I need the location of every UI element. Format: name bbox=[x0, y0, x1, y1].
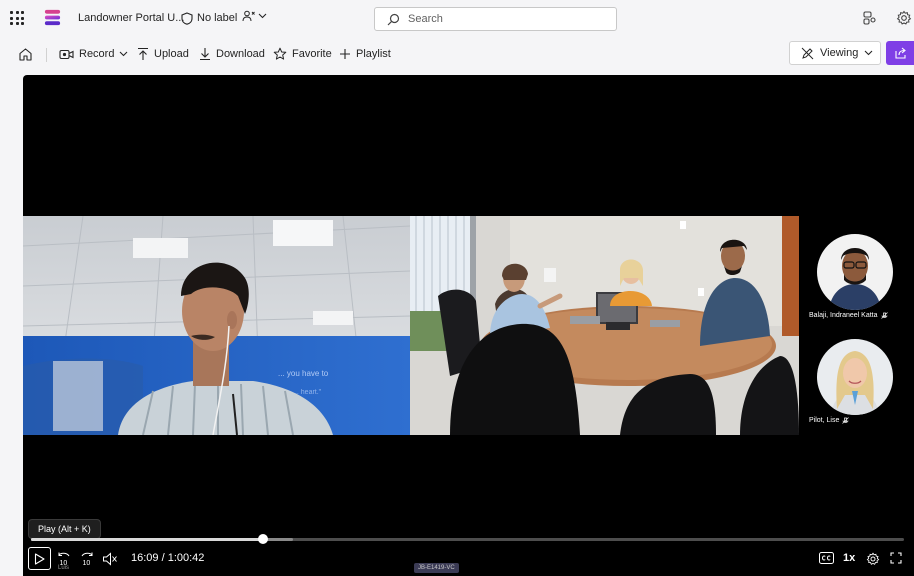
participant-label-2: Pilot, Lise bbox=[809, 417, 850, 424]
share-icon bbox=[894, 47, 906, 59]
upload-button[interactable]: Upload bbox=[137, 46, 189, 62]
document-title[interactable]: Landowner Portal U... bbox=[78, 12, 184, 24]
fullscreen-icon bbox=[890, 552, 902, 564]
participant-name-2: Pilot, Lise bbox=[809, 417, 840, 424]
top-bar: Landowner Portal U... No label bbox=[0, 0, 914, 37]
mic-off-icon bbox=[880, 312, 888, 319]
star-icon bbox=[273, 47, 287, 60]
viewing-mode-dropdown[interactable]: Viewing bbox=[789, 41, 881, 65]
download-label: Download bbox=[216, 48, 265, 60]
chevron-down-icon bbox=[120, 51, 128, 57]
progress-played bbox=[31, 538, 264, 541]
record-icon bbox=[59, 49, 74, 59]
forward-10-button[interactable]: 10 bbox=[79, 551, 95, 567]
sensitivity-label[interactable]: No label bbox=[181, 10, 237, 26]
shield-icon bbox=[181, 11, 193, 25]
play-tooltip: Play (Alt + K) bbox=[28, 519, 101, 539]
search-box[interactable] bbox=[374, 7, 617, 31]
pen-off-icon bbox=[801, 47, 814, 59]
record-label: Record bbox=[79, 48, 115, 60]
avatar-photo-1 bbox=[817, 234, 893, 310]
video-frame-conference-room bbox=[410, 216, 799, 435]
forward-10-icon: 10 bbox=[81, 552, 93, 567]
upload-icon bbox=[138, 47, 148, 60]
player-settings-icon bbox=[866, 552, 879, 565]
captions-button[interactable] bbox=[818, 551, 834, 565]
play-button[interactable] bbox=[28, 547, 51, 570]
share-people-icon[interactable] bbox=[861, 10, 877, 26]
participant-name-1: Balaji, Indraneel Katta bbox=[809, 312, 878, 319]
captions-icon bbox=[818, 552, 834, 564]
room-tag: JB-E1419-VC bbox=[414, 563, 459, 573]
download-icon bbox=[200, 48, 210, 61]
people-menu[interactable] bbox=[242, 10, 267, 22]
mute-button[interactable] bbox=[102, 551, 118, 567]
video-frame-person-office: ... you have to ... heart." bbox=[23, 216, 410, 435]
settings-icon[interactable] bbox=[896, 10, 912, 26]
video-tile-left: ... you have to ... heart." bbox=[23, 216, 410, 435]
share-button[interactable] bbox=[886, 41, 914, 65]
home-button[interactable] bbox=[18, 46, 33, 62]
playback-speed-button[interactable]: 1x bbox=[843, 552, 855, 564]
playlist-button[interactable]: Playlist bbox=[339, 46, 391, 62]
avatar-photo-2 bbox=[817, 339, 893, 415]
home-icon bbox=[19, 47, 32, 61]
speaker-hint: Luis bbox=[58, 565, 70, 571]
video-tile-right bbox=[410, 216, 799, 435]
fullscreen-button[interactable] bbox=[889, 551, 903, 565]
record-button[interactable]: Record bbox=[59, 46, 128, 62]
toolbar-divider bbox=[46, 48, 47, 62]
search-icon bbox=[387, 13, 400, 25]
stream-logo-icon bbox=[44, 9, 61, 26]
chevron-down-icon bbox=[258, 13, 267, 19]
video-player[interactable]: ... you have to ... heart." Balaji, Indr… bbox=[23, 75, 914, 576]
player-settings-button[interactable] bbox=[865, 551, 880, 566]
chevron-down-icon bbox=[864, 50, 873, 56]
avatar-participant-1 bbox=[817, 234, 893, 310]
viewing-label: Viewing bbox=[820, 47, 859, 59]
command-bar: Record Upload Download Favorite Playlist bbox=[0, 38, 914, 70]
download-button[interactable]: Download bbox=[199, 46, 265, 62]
mute-icon bbox=[103, 552, 117, 566]
progress-bar[interactable] bbox=[31, 534, 904, 544]
search-input[interactable] bbox=[408, 13, 588, 25]
avatar-participant-2 bbox=[817, 339, 893, 415]
upload-label: Upload bbox=[154, 48, 189, 60]
app-launcher-icon[interactable] bbox=[10, 11, 24, 25]
playlist-label: Playlist bbox=[356, 48, 391, 60]
sensitivity-label-text: No label bbox=[197, 12, 238, 24]
mic-off-icon bbox=[842, 417, 850, 424]
play-icon bbox=[34, 552, 45, 565]
time-display: 16:09 / 1:00:42 bbox=[131, 552, 205, 564]
people-icon bbox=[242, 10, 255, 22]
plus-icon bbox=[340, 49, 350, 59]
forward-10-text: 10 bbox=[83, 560, 91, 567]
participant-label-1: Balaji, Indraneel Katta bbox=[809, 312, 888, 319]
svg-text:... you have to: ... you have to bbox=[278, 369, 329, 378]
favorite-button[interactable]: Favorite bbox=[273, 46, 332, 62]
favorite-label: Favorite bbox=[292, 48, 332, 60]
